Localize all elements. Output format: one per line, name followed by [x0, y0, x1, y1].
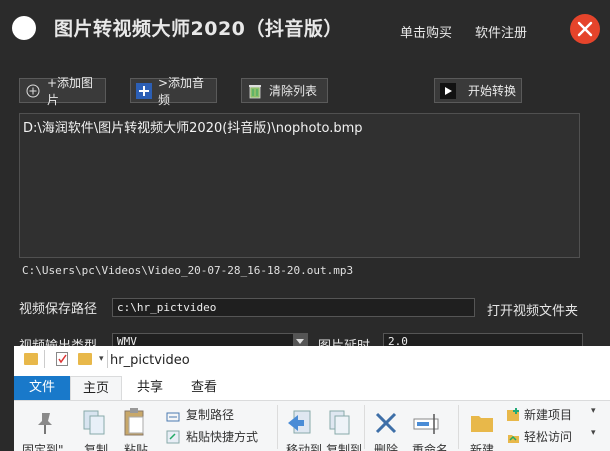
copy-path-button[interactable]: 复制路径 [186, 406, 234, 423]
group-divider [364, 405, 365, 449]
start-convert-button[interactable]: 开始转换 [434, 78, 522, 103]
copy-icon[interactable] [82, 409, 106, 437]
add-circle-icon [25, 83, 41, 99]
copy-label: 复制 [84, 443, 109, 451]
rename-icon[interactable] [412, 411, 444, 435]
move-to-label: 移动到 [286, 443, 323, 451]
chevron-down-icon[interactable]: ▾ [591, 406, 596, 416]
paste-icon[interactable] [122, 407, 148, 437]
ribbon-home: 固定到" 复制 粘贴 复制路径 粘贴快捷方式 移动到 复制到 删除 重命名 新建… [14, 400, 610, 451]
copy-path-icon [166, 408, 180, 422]
group-divider [277, 405, 278, 449]
paste-shortcut-icon [166, 429, 180, 444]
pin-icon[interactable] [34, 411, 56, 435]
new-item-button[interactable]: 新建项目 [524, 406, 572, 423]
new-folder-label: 新建 [470, 443, 495, 451]
app-logo-icon [12, 16, 36, 40]
paste-label: 粘贴 [124, 443, 149, 451]
rename-label: 重命名 [412, 443, 449, 451]
audio-path: C:\Users\pc\Videos\Video_20-07-28_16-18-… [22, 264, 354, 277]
customize-dropdown-icon[interactable]: ▾ [99, 354, 104, 364]
delete-icon[interactable] [374, 411, 398, 435]
list-item[interactable]: D:\海润软件\图片转视频大师2020(抖音版)\nophoto.bmp [23, 117, 363, 136]
tab-file[interactable]: 文件 [14, 376, 70, 400]
add-image-label: +添加图片 [46, 75, 94, 107]
pin-label: 固定到" [22, 443, 64, 451]
move-to-icon[interactable] [286, 409, 312, 437]
easy-access-icon [506, 429, 520, 443]
divider [44, 350, 45, 368]
copy-to-icon[interactable] [326, 409, 352, 437]
clear-list-label: 清除列表 [269, 84, 318, 98]
save-path-label: 视频保存路径 [19, 302, 98, 317]
save-path-input[interactable]: c:\hr_pictvideo [112, 298, 475, 317]
delete-label: 删除 [374, 443, 399, 451]
plus-icon [136, 82, 152, 99]
properties-icon[interactable] [56, 352, 68, 366]
divider [107, 350, 108, 368]
tab-home[interactable]: 主页 [70, 376, 122, 400]
explorer-window: ▾ hr_pictvideo 文件 主页 共享 查看 固定到" 复制 粘贴 复制… [14, 346, 610, 451]
easy-access-button[interactable]: 轻松访问 [524, 428, 572, 445]
tab-share[interactable]: 共享 [126, 376, 174, 400]
file-list[interactable]: D:\海润软件\图片转视频大师2020(抖音版)\nophoto.bmp [19, 113, 580, 258]
paste-shortcut-button[interactable]: 粘贴快捷方式 [186, 428, 258, 445]
add-image-button[interactable]: +添加图片 [19, 76, 106, 107]
buy-link[interactable]: 单击购买 [400, 22, 452, 41]
recycle-bin-icon [247, 83, 263, 99]
play-icon [440, 82, 456, 99]
chevron-down-icon[interactable]: ▾ [591, 428, 596, 438]
app-title: 图片转视频大师2020（抖音版） [54, 18, 343, 40]
group-divider [458, 405, 459, 449]
ribbon-tabs: 文件 主页 共享 查看 [14, 376, 610, 400]
explorer-title: hr_pictvideo [110, 353, 190, 368]
copy-to-label: 复制到 [326, 443, 363, 451]
register-link[interactable]: 软件注册 [475, 22, 527, 41]
add-audio-label: >添加音频 [157, 75, 205, 107]
new-folder-large-icon[interactable] [470, 411, 494, 433]
close-icon [577, 21, 593, 37]
tab-view[interactable]: 查看 [180, 376, 228, 400]
add-audio-button[interactable]: >添加音频 [130, 76, 217, 107]
open-folder-link[interactable]: 打开视频文件夹 [487, 300, 578, 319]
new-item-icon [506, 407, 520, 421]
clear-list-button[interactable]: 清除列表 [241, 78, 328, 103]
folder-icon[interactable] [24, 353, 38, 365]
close-button[interactable] [570, 14, 600, 44]
new-folder-icon[interactable] [78, 353, 92, 365]
start-convert-label: 开始转换 [468, 84, 517, 98]
